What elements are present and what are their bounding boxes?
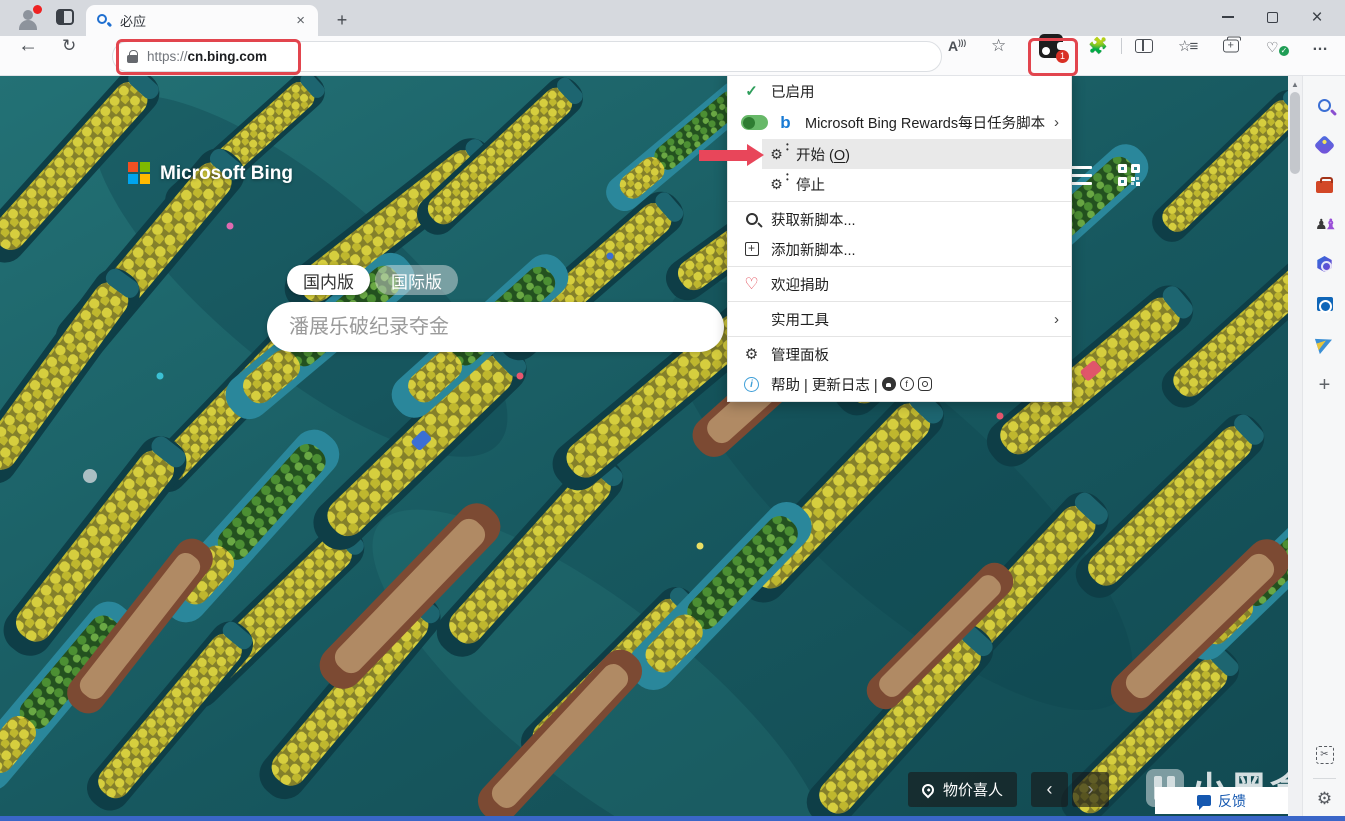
browser-essentials-icon[interactable]: ♡ ✓ [1266, 38, 1289, 56]
menu-item-donate[interactable]: ♡ 欢迎捐助 [728, 269, 1071, 299]
background-image [0, 76, 1288, 816]
sidebar-outlook-icon[interactable] [1303, 287, 1345, 321]
github-icon[interactable] [881, 377, 896, 391]
sidebar-drop-icon[interactable] [1303, 327, 1345, 361]
maximize-button[interactable] [1250, 0, 1294, 34]
next-image-button[interactable]: › [1072, 772, 1109, 807]
workspaces-icon[interactable] [56, 9, 74, 25]
menu-item-help[interactable]: i 帮助 | 更新日志 | f [728, 369, 1071, 399]
bing-logo-text: Microsoft Bing [160, 162, 293, 184]
toggle-on-icon[interactable] [741, 115, 768, 130]
browser-tab[interactable]: 必应 × [86, 5, 318, 36]
menu-item-enabled[interactable]: ✓ 已启用 [728, 76, 1071, 106]
menu-separator [728, 201, 1071, 202]
new-tab-button[interactable]: + [330, 8, 354, 32]
url-highlight-box [116, 39, 301, 75]
annotation-arrow [699, 144, 764, 166]
favorites-hub-icon[interactable]: ☆≡ [1178, 37, 1198, 55]
bing-script-icon: b [780, 113, 791, 132]
menu-item-add-script[interactable]: + 添加新脚本... [728, 234, 1071, 264]
tab-title: 必应 [120, 14, 147, 29]
info-icon: i [744, 376, 759, 392]
sidebar-shopping-icon[interactable] [1303, 128, 1345, 162]
search-input[interactable] [267, 315, 667, 339]
menu-separator [728, 336, 1071, 337]
notification-dot [33, 5, 42, 14]
sidebar-tools-icon[interactable] [1303, 168, 1345, 202]
sidebar-screenshot-icon[interactable]: ✂ [1303, 738, 1345, 772]
chevron-right-icon: › [1054, 114, 1059, 131]
sidebar-add-icon[interactable]: + [1303, 368, 1345, 402]
read-aloud-icon[interactable]: A))) [948, 38, 966, 54]
browser-window: 必应 × + × ← ↻ https:// cn.bing.com A))) ☆… [0, 0, 1345, 821]
window-bottom-border [0, 816, 1345, 821]
prev-image-button[interactable]: ‹ [1031, 772, 1068, 807]
search-icon [745, 213, 758, 225]
close-button[interactable]: × [1295, 0, 1339, 34]
script-command-icon: ⚙ [770, 172, 788, 193]
split-screen-icon[interactable] [1135, 39, 1153, 53]
tampermonkey-menu: ✓ 已启用 b Microsoft Bing Rewards每日任务脚本 › ⚙… [727, 76, 1072, 402]
menu-item-script[interactable]: b Microsoft Bing Rewards每日任务脚本 › [728, 106, 1071, 139]
page-scrollbar[interactable]: ▲ [1288, 76, 1302, 816]
menu-item-stop[interactable]: ⚙ 停止 [762, 169, 1071, 199]
menu-item-utilities[interactable]: 实用工具 › [728, 304, 1071, 334]
profile-avatar-icon[interactable] [16, 5, 42, 31]
menu-separator [728, 301, 1071, 302]
back-button[interactable]: ← [18, 35, 38, 58]
refresh-button[interactable]: ↻ [62, 36, 76, 56]
menu-separator [728, 266, 1071, 267]
search-bar[interactable] [267, 302, 724, 352]
title-bar: 必应 × + × [0, 0, 1345, 36]
tab-close-icon[interactable]: × [293, 12, 308, 29]
tab-international[interactable]: 国际版 [375, 265, 458, 295]
menu-item-start[interactable]: ⚙ 开始 (O) [762, 139, 1071, 169]
check-icon: ✓ [745, 83, 758, 100]
menu-item-get-scripts[interactable]: 获取新脚本... [728, 204, 1071, 234]
chevron-right-icon: › [1054, 310, 1059, 328]
feedback-bubble-icon [1197, 795, 1211, 810]
image-title-button[interactable]: 物价喜人 [908, 772, 1018, 807]
qr-code-icon[interactable] [1118, 164, 1142, 188]
sidebar-search-icon[interactable] [1303, 88, 1345, 122]
facebook-icon[interactable]: f [899, 377, 914, 391]
feedback-label: 反馈 [1218, 792, 1246, 809]
collections-icon[interactable] [1223, 36, 1241, 53]
minimize-button[interactable] [1206, 0, 1250, 34]
microsoft-logo-icon [128, 162, 151, 185]
toolbar-divider [1121, 38, 1122, 54]
menu-item-dashboard[interactable]: ⚙ 管理面板 [728, 339, 1071, 369]
sidebar-games-icon[interactable]: ♟♝ [1303, 207, 1345, 241]
scrollbar-up-icon[interactable]: ▲ [1291, 80, 1299, 89]
image-title-label: 物价喜人 [943, 782, 1004, 799]
heart-icon: ♡ [744, 276, 759, 293]
tab-domestic[interactable]: 国内版 [287, 265, 370, 295]
location-pin-icon [919, 781, 937, 798]
add-square-icon: + [744, 242, 759, 256]
bing-logo: Microsoft Bing [128, 162, 293, 185]
bing-version-tabs: 国内版 国际版 [287, 265, 458, 295]
scrollbar-thumb[interactable] [1290, 92, 1300, 174]
edge-sidebar: ♟♝ + ✂ ⚙ [1302, 76, 1345, 816]
gear-icon: ⚙ [744, 346, 759, 363]
sidebar-microsoft365-icon[interactable] [1303, 247, 1345, 281]
script-command-icon: ⚙ [770, 142, 788, 163]
sidebar-settings-icon[interactable]: ⚙ [1303, 782, 1345, 816]
extension-highlight-box [1028, 38, 1078, 76]
bing-favicon [96, 13, 113, 29]
extensions-icon[interactable]: 🧩 [1088, 36, 1108, 56]
page-viewport: Microsoft Bing 国内版 国际版 物价喜人 ‹ › 小黑盒 [0, 76, 1288, 816]
favorite-star-icon[interactable]: ☆ [991, 36, 1006, 56]
feedback-button[interactable]: 反馈 [1155, 787, 1288, 814]
instagram-icon[interactable] [917, 377, 932, 391]
sidebar-divider [1313, 778, 1336, 779]
settings-more-icon[interactable]: … [1312, 37, 1329, 55]
